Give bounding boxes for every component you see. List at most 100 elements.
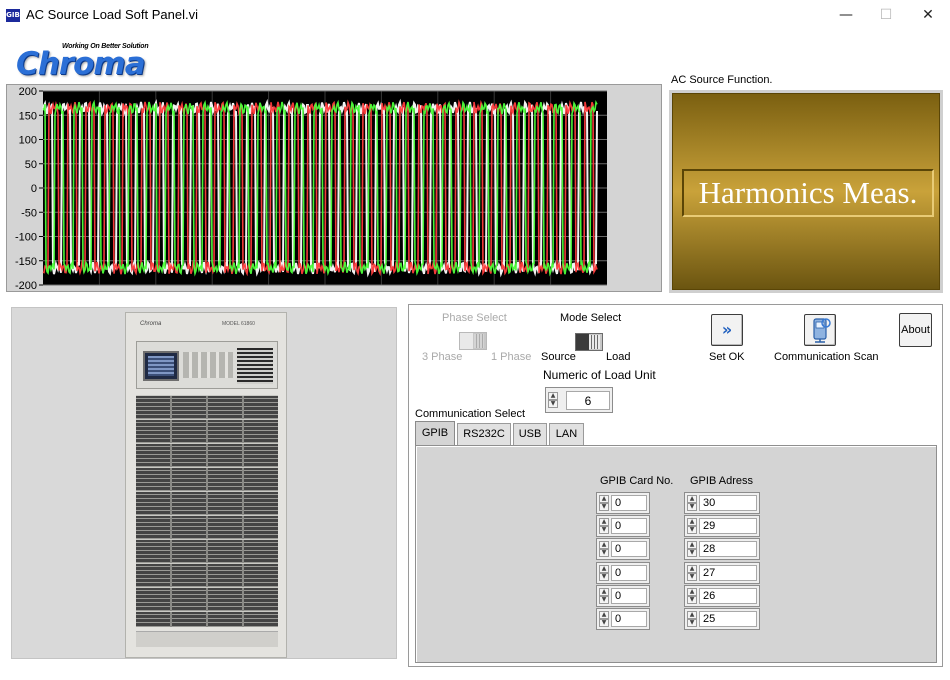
device-model: MODEL 61860 xyxy=(222,321,255,327)
y-tick-label: -150 xyxy=(15,256,37,268)
phase-option-3: 3 Phase xyxy=(422,351,463,363)
phase-select-title: Phase Select xyxy=(442,312,507,324)
increment-arrow-icon[interactable]: ▲ xyxy=(687,518,697,527)
gpib-address-0-value[interactable]: 30 xyxy=(699,495,757,511)
chroma-logo: Working On Better Solution Chroma xyxy=(14,40,164,82)
minimize-button[interactable]: — xyxy=(824,4,868,28)
increment-arrow-icon[interactable]: ▲ xyxy=(687,541,697,550)
gpib-address-0[interactable]: ▲ ▼ 30 xyxy=(684,492,760,514)
decrement-arrow-icon[interactable]: ▼ xyxy=(687,549,697,558)
tab-gpib[interactable]: GPIB xyxy=(415,421,455,446)
increment-arrow-icon[interactable]: ▲ xyxy=(687,587,697,596)
device-front-panel xyxy=(136,341,278,389)
increment-arrow-icon[interactable]: ▲ xyxy=(548,392,558,400)
gpib-card-number-1-value[interactable]: 0 xyxy=(611,518,647,535)
function-value: Harmonics Meas. xyxy=(682,169,934,217)
decrement-arrow-icon[interactable]: ▼ xyxy=(599,549,609,558)
increment-arrow-icon[interactable]: ▲ xyxy=(599,587,609,596)
gpib-card-number-0-value[interactable]: 0 xyxy=(611,495,647,511)
waveform-chart: 200 150 100 50 0 -50 -100 -150 -200 xyxy=(15,86,607,291)
decrement-arrow-icon[interactable]: ▼ xyxy=(599,503,609,511)
communication-scan-button[interactable] xyxy=(804,314,836,346)
set-ok-button[interactable]: » xyxy=(711,314,743,346)
app-icon: GIB xyxy=(6,9,20,22)
y-tick-label: -200 xyxy=(15,280,37,291)
increment-arrow-icon[interactable]: ▲ xyxy=(599,611,609,619)
decrement-arrow-icon[interactable]: ▼ xyxy=(687,503,697,511)
decrement-arrow-icon[interactable]: ▼ xyxy=(599,595,609,604)
decrement-arrow-icon[interactable]: ▼ xyxy=(548,400,558,408)
device-keypad xyxy=(183,352,233,378)
gpib-address-3-value[interactable]: 27 xyxy=(699,564,757,581)
gpib-card-number-2[interactable]: ▲ ▼ 0 xyxy=(596,538,650,561)
gpib-card-number-5-value[interactable]: 0 xyxy=(611,611,647,627)
y-tick-label: 150 xyxy=(19,110,37,122)
function-display-panel: Harmonics Meas. xyxy=(669,90,943,293)
decrement-arrow-icon[interactable]: ▼ xyxy=(687,572,697,581)
increment-arrow-icon[interactable]: ▲ xyxy=(687,495,697,503)
decrement-arrow-icon[interactable]: ▼ xyxy=(687,526,697,535)
tab-rs232c[interactable]: RS232C xyxy=(457,423,511,445)
gpib-address-2[interactable]: ▲ ▼ 28 xyxy=(684,538,760,561)
load-unit-value[interactable]: 6 xyxy=(566,391,610,410)
waveform-graph: 200 150 100 50 0 -50 -100 -150 -200 xyxy=(6,84,662,292)
device-image: Chroma MODEL 61860 xyxy=(11,307,397,659)
maximize-button[interactable]: ☐ xyxy=(864,4,908,28)
gpib-address-5[interactable]: ▲ ▼ 25 xyxy=(684,608,760,630)
gpib-card-number-3-value[interactable]: 0 xyxy=(611,564,647,581)
device-grille xyxy=(136,395,278,627)
gpib-address-2-value[interactable]: 28 xyxy=(699,541,757,558)
device-cabinet: Chroma MODEL 61860 xyxy=(125,312,287,658)
gpib-card-number-0[interactable]: ▲ ▼ 0 xyxy=(596,492,650,514)
decrement-arrow-icon[interactable]: ▼ xyxy=(599,619,609,627)
mode-select-toggle[interactable] xyxy=(575,333,603,351)
gpib-address-1[interactable]: ▲ ▼ 29 xyxy=(684,515,760,538)
gpib-card-number-3[interactable]: ▲ ▼ 0 xyxy=(596,561,650,584)
function-caption: AC Source Function. xyxy=(671,74,773,86)
window-title: AC Source Load Soft Panel.vi xyxy=(26,7,198,22)
decrement-arrow-icon[interactable]: ▼ xyxy=(599,526,609,535)
gpib-card-number-4[interactable]: ▲ ▼ 0 xyxy=(596,584,650,607)
set-ok-label: Set OK xyxy=(709,351,745,363)
tab-usb[interactable]: USB xyxy=(513,423,547,445)
gpib-address-header: GPIB Adress xyxy=(690,475,753,487)
gpib-address-5-value[interactable]: 25 xyxy=(699,611,757,627)
y-tick-label: -50 xyxy=(21,207,37,219)
gpib-card-number-1[interactable]: ▲ ▼ 0 xyxy=(596,515,650,538)
gpib-tab-panel: GPIB Card No. GPIB Adress ▲ ▼ 0 ▲ ▼ 30 ▲ ▼ 0 ▲ ▼ 29… xyxy=(415,445,937,663)
about-button[interactable]: About xyxy=(899,313,932,347)
load-unit-label: Numeric of Load Unit xyxy=(543,368,656,382)
increment-arrow-icon[interactable]: ▲ xyxy=(599,518,609,527)
gpib-address-3[interactable]: ▲ ▼ 27 xyxy=(684,561,760,584)
phase-option-1: 1 Phase xyxy=(491,351,532,363)
gpib-address-4-value[interactable]: 26 xyxy=(699,587,757,604)
gpib-card-number-4-value[interactable]: 0 xyxy=(611,587,647,604)
tab-lan[interactable]: LAN xyxy=(549,423,584,445)
decrement-arrow-icon[interactable]: ▼ xyxy=(687,595,697,604)
control-panel: Phase Select 3 Phase 1 Phase Mode Select… xyxy=(408,304,943,667)
load-unit-stepper[interactable]: ▲ ▼ 6 xyxy=(545,387,613,413)
increment-arrow-icon[interactable]: ▲ xyxy=(599,541,609,550)
gpib-card-number-2-value[interactable]: 0 xyxy=(611,541,647,558)
decrement-arrow-icon[interactable]: ▼ xyxy=(687,619,697,627)
increment-arrow-icon[interactable]: ▲ xyxy=(599,564,609,573)
increment-arrow-icon[interactable]: ▲ xyxy=(687,611,697,619)
increment-arrow-icon[interactable]: ▲ xyxy=(599,495,609,503)
increment-arrow-icon[interactable]: ▲ xyxy=(687,564,697,573)
gpib-card-number-5[interactable]: ▲ ▼ 0 xyxy=(596,608,650,630)
decrement-arrow-icon[interactable]: ▼ xyxy=(599,572,609,581)
title-bar: GIB AC Source Load Soft Panel.vi — ☐ ✕ xyxy=(0,0,950,30)
close-button[interactable]: ✕ xyxy=(906,4,950,28)
y-tick-label: -100 xyxy=(15,232,37,244)
phase-select-toggle[interactable] xyxy=(459,332,487,350)
gpib-card-header: GPIB Card No. xyxy=(600,475,674,487)
mode-option-load: Load xyxy=(606,351,631,363)
y-tick-label: 50 xyxy=(25,159,37,171)
gpib-address-4[interactable]: ▲ ▼ 26 xyxy=(684,584,760,607)
communication-select-title: Communication Select xyxy=(415,408,526,420)
logo-wordmark: Chroma xyxy=(16,46,146,82)
gpib-address-1-value[interactable]: 29 xyxy=(699,518,757,535)
y-tick-label: 0 xyxy=(31,183,37,195)
communication-scan-label: Communication Scan xyxy=(774,351,879,363)
device-brand: Chroma xyxy=(140,321,162,327)
